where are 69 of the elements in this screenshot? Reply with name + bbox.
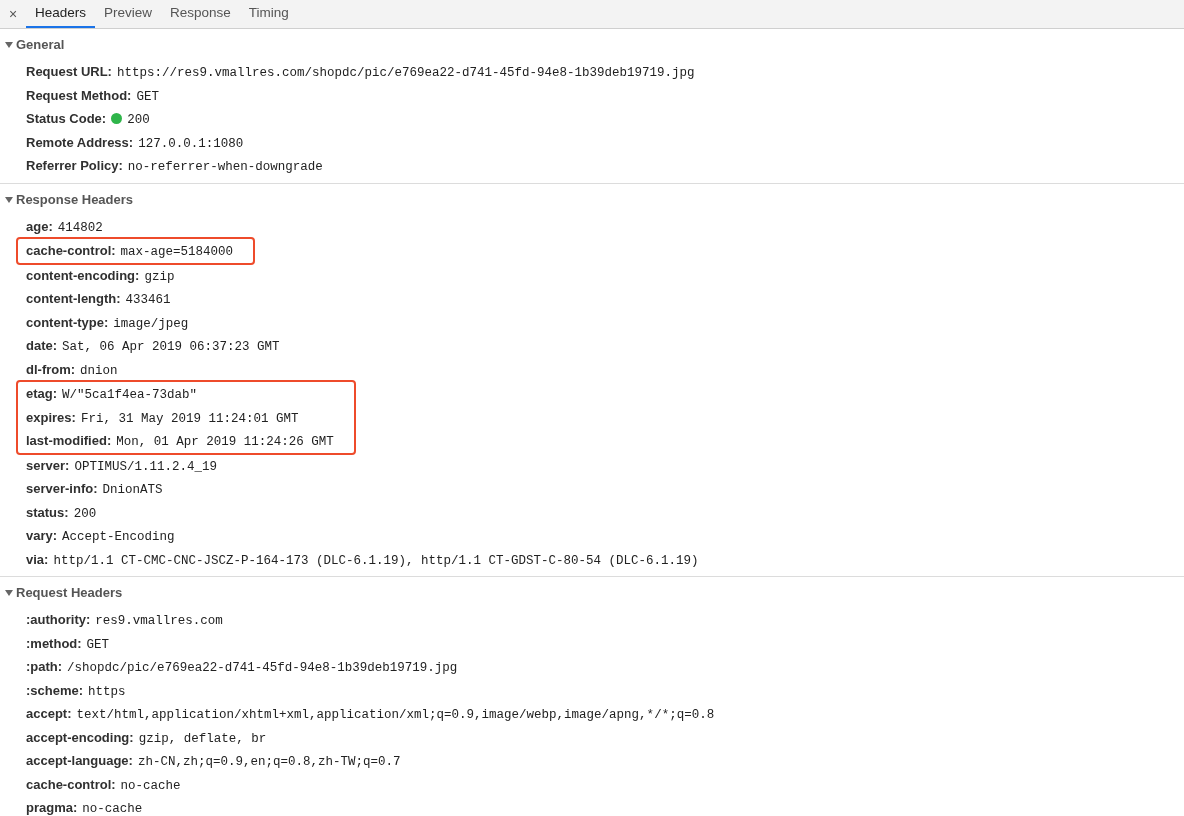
header-name: :path: bbox=[26, 658, 63, 676]
header-value: 433461 bbox=[125, 292, 171, 309]
header-name: last-modified: bbox=[26, 432, 112, 450]
header-name: Request URL: bbox=[26, 63, 112, 81]
header-value: res9.vmallres.com bbox=[95, 613, 223, 630]
tab[interactable]: Timing bbox=[239, 0, 298, 28]
header-value: gzip, deflate, br bbox=[138, 730, 267, 748]
header-name: via: bbox=[26, 550, 49, 569]
tab[interactable]: Preview bbox=[95, 0, 162, 28]
header-value: no-cache bbox=[120, 777, 181, 795]
caret-icon bbox=[5, 589, 13, 597]
header-name: :scheme: bbox=[26, 681, 84, 700]
caret-icon bbox=[5, 41, 13, 49]
header-name: content-type: bbox=[26, 313, 109, 332]
header-value: no-referrer-when-downgrade bbox=[127, 159, 323, 176]
header-value: 200 bbox=[73, 505, 97, 523]
header-value: OPTIMUS/1.11.2.4_19 bbox=[74, 458, 217, 476]
header-value: GET bbox=[86, 636, 110, 654]
header-name: cache-control: bbox=[26, 775, 116, 794]
header-value: /shopdc/pic/e769ea22-d741-45fd-94e8-1b39deb19719.jpg bbox=[67, 660, 458, 677]
header-name: accept: bbox=[26, 705, 72, 723]
header-name: Remote Address: bbox=[26, 133, 134, 152]
header-value: 127.0.0.1:1080 bbox=[138, 135, 244, 153]
header-value: Mon, 01 Apr 2019 11:24:26 GMT bbox=[116, 434, 334, 451]
header-name: expires: bbox=[26, 408, 76, 427]
header-value: zh-CN,zh;q=0.9,en;q=0.8,zh-TW;q=0.7 bbox=[137, 754, 401, 771]
header-name: pragma: bbox=[26, 799, 78, 816]
header-name: dl-from: bbox=[26, 360, 76, 379]
tab[interactable]: Response bbox=[161, 0, 240, 28]
header-value: DnionATS bbox=[102, 482, 163, 499]
header-value: dnion bbox=[80, 362, 118, 380]
tab[interactable]: Headers bbox=[26, 0, 96, 28]
header-value: 414802 bbox=[57, 219, 103, 237]
header-name: date: bbox=[26, 337, 58, 355]
header-name: Referrer Policy: bbox=[26, 157, 123, 175]
header-value: Fri, 31 May 2019 11:24:01 GMT bbox=[80, 410, 299, 428]
header-value: Sat, 06 Apr 2019 06:37:23 GMT bbox=[62, 339, 280, 356]
header-value: W/"5ca1f4ea-73dab" bbox=[62, 387, 198, 404]
header-name: age: bbox=[26, 217, 53, 236]
header-name: server: bbox=[26, 456, 70, 475]
header-value: GET bbox=[136, 88, 159, 106]
header-name: content-length: bbox=[26, 290, 121, 308]
header-value: Accept-Encoding bbox=[62, 529, 175, 546]
section-header[interactable]: General bbox=[0, 33, 65, 57]
header-name: Status Code: bbox=[26, 110, 107, 128]
header-value: https bbox=[88, 683, 126, 701]
caret-icon bbox=[5, 195, 13, 204]
section-header[interactable]: Request Headers bbox=[0, 581, 123, 605]
section-header[interactable]: Response Headers bbox=[0, 187, 134, 212]
header-name: :authority: bbox=[26, 611, 91, 629]
header-value: no-cache bbox=[82, 801, 143, 816]
header-name: etag: bbox=[26, 385, 58, 403]
header-value: image/jpeg bbox=[113, 315, 189, 333]
close-button[interactable]: × bbox=[0, 0, 26, 28]
header-value: gzip bbox=[144, 268, 175, 286]
header-name: cache-control: bbox=[26, 242, 116, 260]
header-value: http/1.1 CT-CMC-CNC-JSCZ-P-164-173 (DLC-6.1.19), http/1.1 CT-GDST-C-80-54 (DLC-6.1.19) bbox=[53, 552, 699, 570]
header-value: https://res9.vmallres.com/shopdc/pic/e769ea22-d741-45fd-94e8-1b39deb19719.jpg bbox=[116, 65, 695, 82]
header-name: vary: bbox=[26, 527, 58, 545]
header-name: server-info: bbox=[26, 480, 98, 498]
header-name: accept-encoding: bbox=[26, 728, 134, 747]
header-value: 200 bbox=[127, 112, 150, 129]
header-name: :method: bbox=[26, 634, 82, 653]
header-name: content-encoding: bbox=[26, 266, 140, 285]
header-name: status: bbox=[26, 503, 69, 522]
header-name: Request Method: bbox=[26, 86, 132, 105]
header-value: max-age=5184000 bbox=[120, 244, 234, 261]
header-value: text/html,application/xhtml+xml,application/xml;q=0.9,image/webp,image/apng,*/*;q=0.8 bbox=[76, 707, 715, 724]
header-name: accept-language: bbox=[26, 752, 133, 770]
